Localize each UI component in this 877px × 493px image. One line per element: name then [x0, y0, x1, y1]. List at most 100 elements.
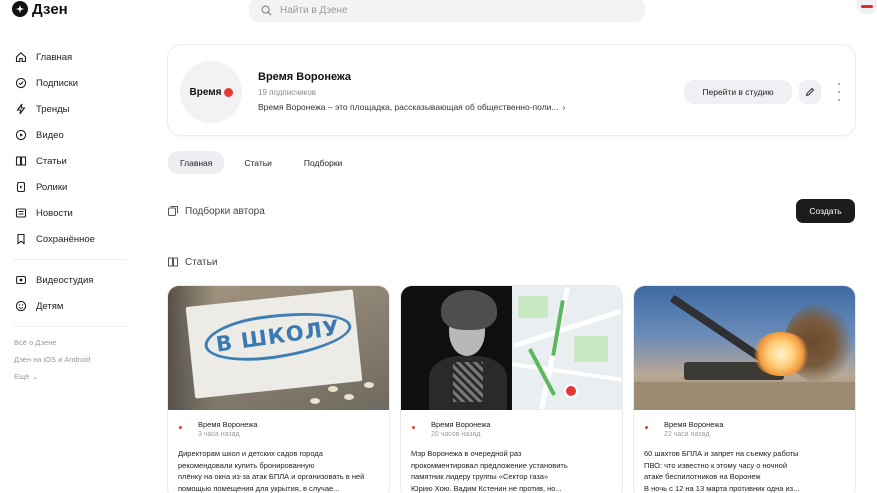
news-icon	[14, 207, 27, 220]
edit-channel-button[interactable]	[799, 80, 821, 104]
snippet-line: ПВО: что известно к этому часу о ночной	[644, 460, 788, 470]
sidebar-divider	[14, 259, 126, 260]
channel-tabs: Главная Статьи Подборки	[168, 151, 354, 174]
channel-name[interactable]: Время Воронежа	[258, 71, 351, 83]
sidebar-item-kids[interactable]: Детям	[14, 293, 134, 319]
snippet-line: плёнку на окна из-за атак БПЛА и организ…	[178, 472, 365, 481]
sidebar-divider	[14, 326, 126, 327]
articles-title: Статьи	[185, 256, 218, 268]
video-icon	[14, 129, 27, 142]
sidebar-item-studio[interactable]: Видеостудия	[14, 267, 134, 293]
author-logo-icon	[644, 422, 658, 432]
studio-icon	[14, 274, 27, 287]
leaf-shape	[344, 394, 354, 400]
more-options-button[interactable]	[834, 83, 844, 101]
portrait-body	[429, 356, 507, 410]
chevron-down-icon: ⌄	[32, 373, 39, 381]
sidebar-item-label: Статьи	[36, 155, 67, 167]
snippet-line: атаке беспилотников на Воронеж	[644, 472, 761, 481]
sidebar-item-label: Видеостудия	[36, 274, 94, 286]
portrait-photo	[401, 286, 512, 410]
article-image	[634, 286, 855, 410]
sidebar: Главная Подписки Тренды Видео Статьи Рол…	[14, 44, 134, 385]
sidebar-item-subscriptions[interactable]: Подписки	[14, 70, 134, 96]
map-pin-icon	[564, 384, 578, 398]
article-author[interactable]: Время Воронежа	[198, 420, 258, 429]
tab-articles[interactable]: Статьи	[232, 151, 284, 174]
snippet-line: Юрию Хою. Вадим Кстенин не против, но...	[411, 483, 562, 493]
sidebar-item-trends[interactable]: Тренды	[14, 96, 134, 122]
dzen-logo-icon	[12, 1, 28, 17]
sidebar-item-label: Главная	[36, 51, 73, 63]
snippet-line: рекомендовали купить бронированную	[178, 460, 315, 470]
snippet-line: помощью помещения для укрытия, в случае.…	[178, 483, 340, 493]
portrait-hair	[441, 290, 497, 330]
dot-icon	[838, 91, 840, 93]
sidebar-item-label: Сохранённое	[36, 233, 95, 245]
channel-logo-text: Время	[189, 86, 222, 98]
tab-collections[interactable]: Подборки	[292, 151, 354, 174]
map-park	[518, 296, 548, 318]
sidebar-item-label: Новости	[36, 207, 73, 219]
article-card[interactable]: Время Воронежа 20 часов назад Мэр Вороне…	[400, 285, 623, 493]
author-logo-icon	[178, 422, 192, 432]
article-image: В ШКОЛУ	[168, 286, 389, 410]
channel-subscribers: 19 подписчиков	[258, 88, 317, 97]
article-author[interactable]: Время Воронежа	[664, 420, 724, 429]
sidebar-item-shorts[interactable]: Ролики	[14, 174, 134, 200]
article-meta: Время Воронежа 3 часа назад	[178, 420, 258, 438]
articles-icon	[14, 155, 27, 168]
image-fire	[752, 332, 810, 376]
sidebar-item-video[interactable]: Видео	[14, 122, 134, 148]
article-snippet: 60 шахтов БПЛА и запрет на съемку работы…	[644, 448, 849, 493]
article-image	[401, 286, 622, 410]
article-meta: Время Воронежа 22 часа назад	[644, 420, 724, 438]
sidebar-item-label: Подписки	[36, 77, 79, 89]
tab-main[interactable]: Главная	[168, 151, 225, 174]
create-collection-button[interactable]: Создать	[796, 199, 855, 223]
search-input[interactable]	[280, 4, 620, 16]
sidebar-item-label: Тренды	[36, 103, 70, 115]
article-card[interactable]: В ШКОЛУ Время Воронежа 3 часа назад Дире…	[167, 285, 390, 493]
footer-link-apps[interactable]: Дзен на iOS и Android	[14, 351, 134, 368]
shorts-icon	[14, 181, 27, 194]
subscriptions-icon	[14, 77, 27, 90]
dzen-logo[interactable]: Дзен	[12, 0, 68, 18]
sidebar-item-saved[interactable]: Сохранённое	[14, 226, 134, 252]
leaf-shape	[364, 382, 374, 388]
map-park	[574, 336, 608, 362]
footer-more-label: Ещё	[14, 372, 30, 381]
go-to-studio-button[interactable]: Перейти в студию	[684, 80, 792, 104]
footer-link-about[interactable]: Всё о Дзене	[14, 334, 134, 351]
bookmark-icon	[14, 233, 27, 246]
channel-avatar[interactable]: Время	[180, 61, 242, 123]
leaf-shape	[328, 386, 338, 392]
sidebar-item-news[interactable]: Новости	[14, 200, 134, 226]
article-time: 20 часов назад	[431, 431, 481, 438]
leaf-shape	[310, 398, 320, 404]
channel-description[interactable]: Время Воронежа – это площадка, рассказыв…	[258, 102, 565, 112]
author-logo-icon	[411, 422, 425, 432]
articles-section-header: Статьи	[167, 256, 217, 268]
user-avatar[interactable]	[857, 0, 877, 14]
channel-logo: Время	[190, 87, 233, 98]
collections-section-header: Подборки автора	[167, 205, 265, 217]
image-ground	[634, 382, 855, 410]
sidebar-item-articles[interactable]: Статьи	[14, 148, 134, 174]
collections-title: Подборки автора	[185, 205, 265, 217]
snippet-line: Мэр Воронежа в очередной раз	[411, 449, 522, 458]
search-bar[interactable]	[249, 0, 645, 22]
snippet-line: прокомментировал предложение установить	[411, 460, 568, 470]
dot-icon	[838, 99, 840, 101]
snippet-line: памятник лидеру группы «Сектор газа»	[411, 472, 549, 481]
article-author[interactable]: Время Воронежа	[431, 420, 491, 429]
sidebar-item-home[interactable]: Главная	[14, 44, 134, 70]
snippet-line: В ночь с 12 на 13 марта противник одна и…	[644, 483, 800, 493]
article-time: 3 часа назад	[198, 431, 240, 438]
dot-icon	[838, 83, 840, 85]
article-card[interactable]: Время Воронежа 22 часа назад 60 шахтов Б…	[633, 285, 856, 493]
logo-dot-icon	[223, 87, 233, 97]
footer-link-more[interactable]: Ещё ⌄	[14, 368, 134, 385]
snippet-line: 60 шахтов БПЛА и запрет на съемку работы	[644, 449, 799, 458]
sidebar-item-label: Ролики	[36, 181, 68, 193]
